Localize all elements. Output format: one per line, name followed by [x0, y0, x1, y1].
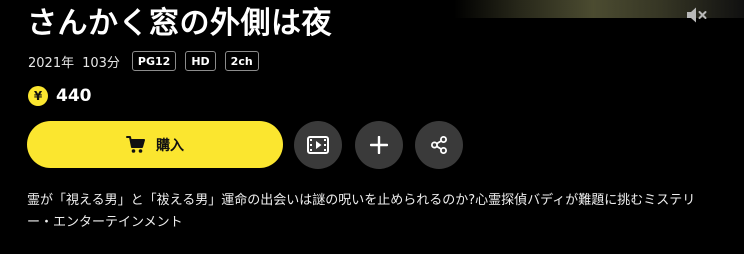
price: ¥ 440	[28, 85, 92, 107]
yen-coin-icon: ¥	[28, 86, 48, 106]
buy-button[interactable]: 購入	[27, 121, 283, 168]
speaker-muted-icon	[687, 7, 707, 23]
share-icon	[431, 136, 447, 154]
meta-row: 2021年 103分 PG12 HD 2ch	[28, 50, 268, 72]
rating-badge: PG12	[131, 51, 177, 71]
duration: 103分	[82, 55, 120, 71]
buy-button-label: 購入	[156, 137, 184, 154]
quality-badge: HD	[185, 51, 216, 71]
film-play-icon	[307, 136, 329, 154]
share-button[interactable]	[415, 121, 463, 169]
cart-icon	[126, 135, 146, 155]
trailer-button[interactable]	[294, 121, 342, 169]
description: 霊が「視える男」と「祓える男」運命の出会いは謎の呪いを止められるのか?心霊探偵バ…	[27, 193, 696, 230]
plus-icon	[370, 136, 388, 154]
page-title: さんかく窓の外側は夜	[27, 6, 332, 41]
add-to-list-button[interactable]	[355, 121, 403, 169]
price-value: 440	[56, 86, 92, 106]
audio-badge: 2ch	[224, 51, 259, 71]
mute-button[interactable]	[680, 3, 714, 27]
release-year: 2021年	[28, 55, 75, 71]
